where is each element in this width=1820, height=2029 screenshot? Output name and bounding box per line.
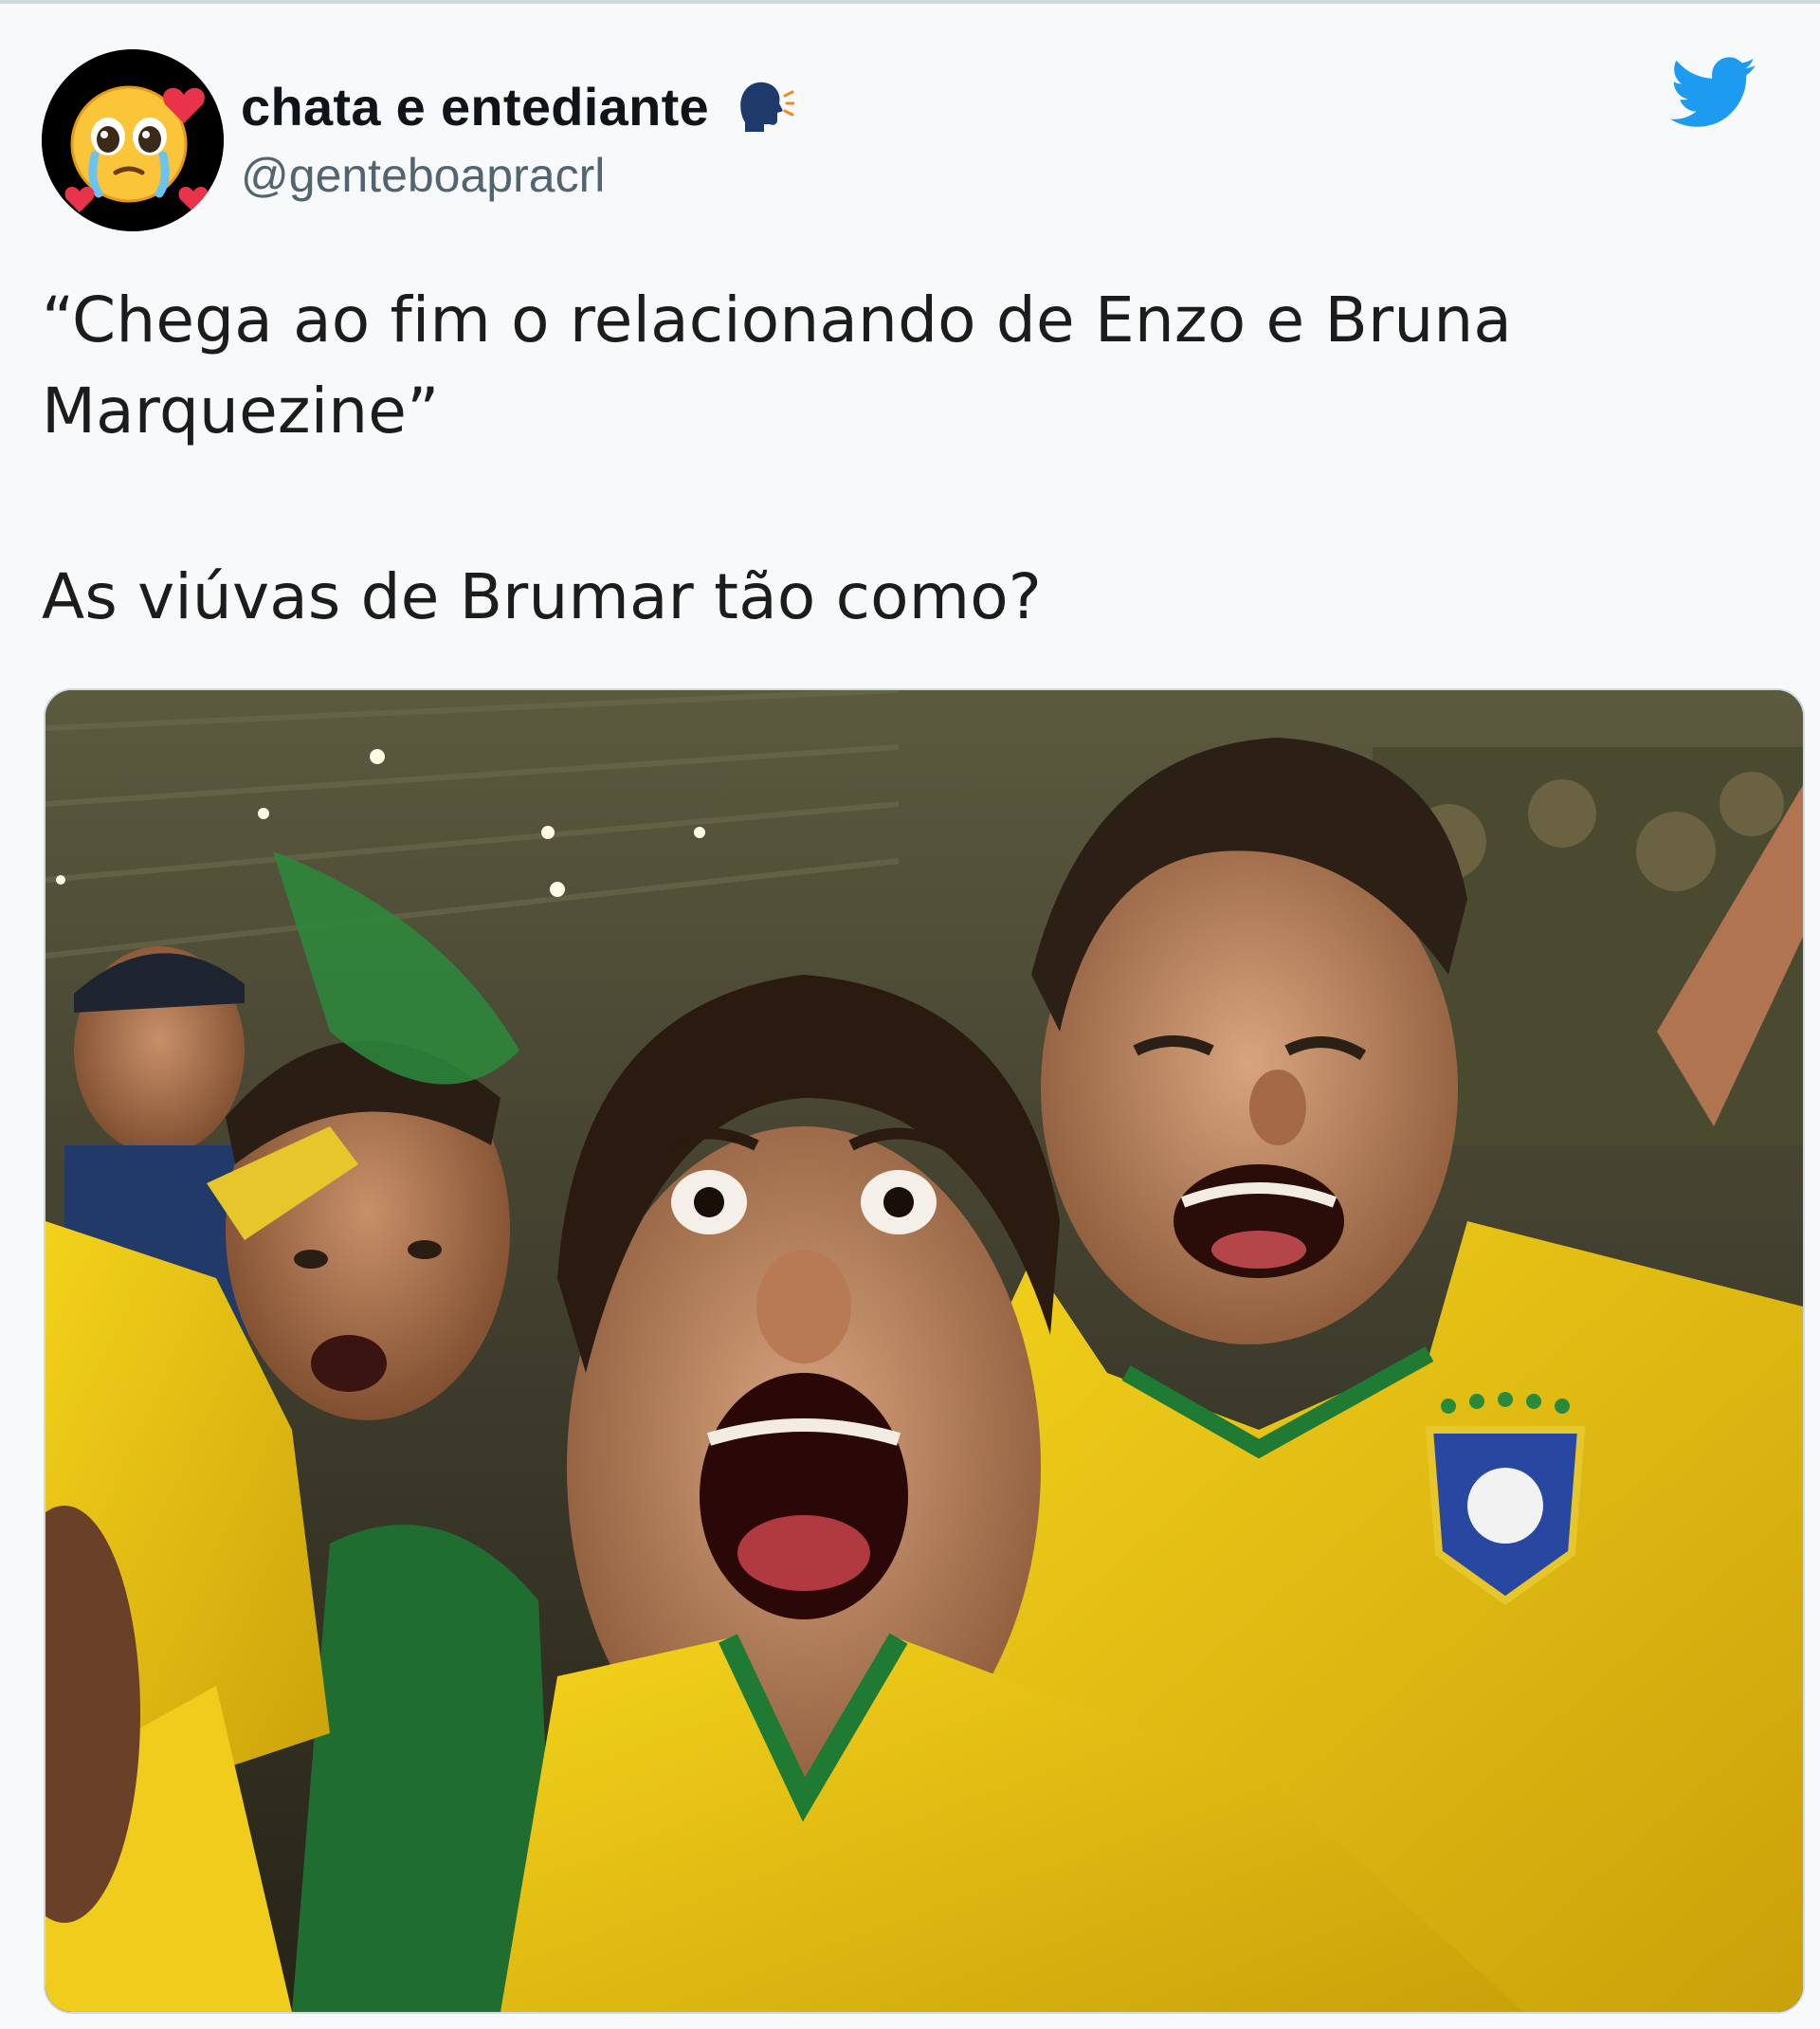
twitter-bird-icon[interactable] xyxy=(1670,57,1757,129)
display-name[interactable]: chata e entediante xyxy=(241,76,709,137)
display-name-row: chata e entediante xyxy=(241,72,796,140)
top-divider xyxy=(0,0,1820,4)
tweet-text-line: “Chega ao fim o relacionando de Enzo e B… xyxy=(42,283,1513,448)
tweet-text: “Chega ao fim o relacionando de Enzo e B… xyxy=(42,275,1748,643)
pleading-face-icon xyxy=(42,49,224,231)
speaking-head-icon xyxy=(732,75,796,137)
author-block: chata e entediante @genteboapracrl xyxy=(241,72,796,203)
avatar[interactable] xyxy=(42,49,224,231)
tweet-text-line: As viúvas de Brumar tão como? xyxy=(42,560,1043,633)
tweet-header: chata e entediante @genteboapracrl xyxy=(42,49,1786,235)
photo-brazil-fans-shocked xyxy=(46,690,1803,2012)
user-handle[interactable]: @genteboapracrl xyxy=(241,148,794,203)
tweet-photo[interactable] xyxy=(44,688,1805,2014)
